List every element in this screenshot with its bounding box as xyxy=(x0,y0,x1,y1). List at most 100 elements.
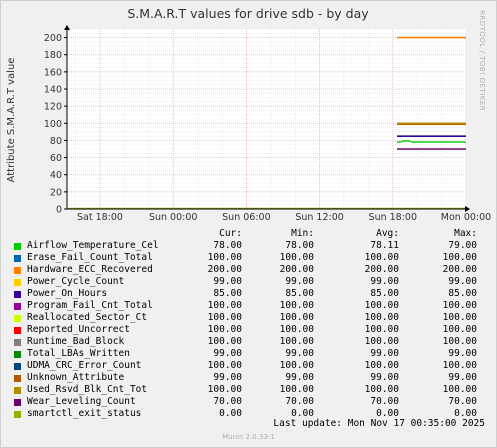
y-tick-label: 140 xyxy=(44,85,62,96)
y-tick-label: 200 xyxy=(44,33,62,44)
x-ticks: Sat 18:00 Sun 00:00 Sun 06:00 Sun 12:00 Sun … xyxy=(77,212,491,223)
legend-swatch xyxy=(14,255,21,262)
legend-swatch xyxy=(14,267,21,274)
legend-min-value: 100.00 xyxy=(279,336,314,347)
y-tick-label: 100 xyxy=(44,119,62,130)
legend-row: Reallocated_Sector_Ct 100.00 100.00 100.00 1… xyxy=(12,312,487,324)
legend-swatch xyxy=(14,279,21,286)
legend-series-name: Power_On_Hours xyxy=(27,288,108,299)
legend-max-value: 79.00 xyxy=(448,240,477,251)
legend-header-row: Cur: Min: Avg: Max: xyxy=(12,228,487,240)
legend-avg-value: 100.00 xyxy=(364,252,399,263)
legend-swatch xyxy=(14,291,21,298)
x-tick-label: Sun 00:00 xyxy=(149,212,197,223)
legend-swatch xyxy=(14,375,21,382)
legend-cur-value: 100.00 xyxy=(207,312,242,323)
legend-series-name: smartctl_exit_status xyxy=(27,408,142,419)
legend-max-value: 70.00 xyxy=(448,396,477,407)
legend-row: Unknown_Attribute 99.00 99.00 99.00 99.00 xyxy=(12,372,487,384)
legend-min-value: 85.00 xyxy=(285,288,314,299)
legend-min-value: 200.00 xyxy=(279,264,314,275)
legend-cur-value: 99.00 xyxy=(213,348,242,359)
legend-row: Hardware_ECC_Recovered 200.00 200.00 200.00… xyxy=(12,264,487,276)
legend-min-value: 99.00 xyxy=(285,348,314,359)
legend-cur-value: 70.00 xyxy=(213,396,242,407)
legend-avg-value: 100.00 xyxy=(364,384,399,395)
last-update: Last update: Mon Nov 17 00:35:00 2025 xyxy=(273,418,485,429)
legend-swatch xyxy=(14,363,21,370)
legend-max-value: 100.00 xyxy=(442,312,477,323)
legend-series-name: Total_LBAs_Written xyxy=(27,348,130,359)
legend-min-value: 99.00 xyxy=(285,276,314,287)
legend-row: Power_On_Hours 85.00 85.00 85.00 85.00 xyxy=(12,288,487,300)
x-tick-label: Sun 18:00 xyxy=(369,212,417,223)
legend-cur-value: 100.00 xyxy=(207,360,242,371)
legend-min-value: 100.00 xyxy=(279,312,314,323)
y-tick-label: 40 xyxy=(50,170,62,181)
legend-series-name: Unknown_Attribute xyxy=(27,372,125,383)
legend-swatch xyxy=(14,303,21,310)
legend-max-value: 100.00 xyxy=(442,252,477,263)
legend-min-value: 100.00 xyxy=(279,384,314,395)
legend-avg-value: 200.00 xyxy=(364,264,399,275)
legend-cur-value: 100.00 xyxy=(207,300,242,311)
legend-avg-value: 100.00 xyxy=(364,336,399,347)
munin-version: Munin 2.0.33-1 xyxy=(222,433,275,441)
legend-row: Erase_Fail_Count_Total 100.00 100.00 100.00… xyxy=(12,252,487,264)
legend-max-value: 100.00 xyxy=(442,384,477,395)
x-tick-label: Sun 12:00 xyxy=(295,212,343,223)
y-tick-label: 20 xyxy=(50,187,62,198)
header-max: Max: xyxy=(454,228,477,239)
legend-series-name: Wear_Leveling_Count xyxy=(27,396,136,407)
legend-swatch xyxy=(14,387,21,394)
legend-avg-value: 100.00 xyxy=(364,300,399,311)
header-avg: Avg: xyxy=(376,228,399,239)
legend-row: Airflow_Temperature_Cel 78.00 78.00 78.11 79… xyxy=(12,240,487,252)
legend-swatch xyxy=(14,327,21,334)
legend-row: Program_Fail_Cnt_Total 100.00 100.00 100.00… xyxy=(12,300,487,312)
chart-title: S.M.A.R.T values for drive sdb - by day xyxy=(127,6,369,21)
legend-series-name: Program_Fail_Cnt_Total xyxy=(27,300,153,311)
legend-series-name: Hardware_ECC_Recovered xyxy=(27,264,153,275)
legend-row: Power_Cycle_Count 99.00 99.00 99.00 99.00 xyxy=(12,276,487,288)
legend-cur-value: 0.00 xyxy=(219,408,242,419)
legend-avg-value: 99.00 xyxy=(370,348,399,359)
legend-max-value: 100.00 xyxy=(442,360,477,371)
legend-row: Runtime_Bad_Block 100.00 100.00 100.00 100.0… xyxy=(12,336,487,348)
legend-swatch xyxy=(14,339,21,346)
legend-max-value: 200.00 xyxy=(442,264,477,275)
legend-cur-value: 78.00 xyxy=(213,240,242,251)
legend-min-value: 78.00 xyxy=(285,240,314,251)
legend-cur-value: 100.00 xyxy=(207,324,242,335)
legend-min-value: 70.00 xyxy=(285,396,314,407)
legend-avg-value: 85.00 xyxy=(370,288,399,299)
legend-max-value: 100.00 xyxy=(442,324,477,335)
legend-max-value: 100.00 xyxy=(442,336,477,347)
legend-swatch xyxy=(14,243,21,250)
legend-swatch xyxy=(14,351,21,358)
y-axis-arrow xyxy=(64,25,70,30)
legend-max-value: 99.00 xyxy=(448,276,477,287)
legend-min-value: 100.00 xyxy=(279,360,314,371)
legend-row: Used_Rsvd_Blk_Cnt_Tot 100.00 100.00 100.00 1… xyxy=(12,384,487,396)
legend-series-name: Airflow_Temperature_Cel xyxy=(27,240,159,251)
y-tick-label: 60 xyxy=(50,153,62,164)
legend-avg-value: 99.00 xyxy=(370,276,399,287)
legend-row: Reported_Uncorrect 100.00 100.00 100.00 100.… xyxy=(12,324,487,336)
legend-row: Wear_Leveling_Count 70.00 70.00 70.00 70.00 xyxy=(12,396,487,408)
legend-min-value: 100.00 xyxy=(279,300,314,311)
legend-swatch xyxy=(14,411,21,418)
y-tick-label: 0 xyxy=(56,205,62,216)
legend-avg-value: 100.00 xyxy=(364,360,399,371)
y-tick-label: 120 xyxy=(44,102,62,113)
x-tick-label: Mon 00:00 xyxy=(441,212,491,223)
legend-row: Total_LBAs_Written 99.00 99.00 99.00 99.00 xyxy=(12,348,487,360)
legend-rows: Airflow_Temperature_Cel 78.00 78.00 78.11 79… xyxy=(12,240,487,420)
legend-avg-value: 78.11 xyxy=(370,240,399,251)
legend-series-name: Runtime_Bad_Block xyxy=(27,336,125,347)
legend-series-name: Power_Cycle_Count xyxy=(27,276,125,287)
y-axis-label: Attribute S.M.A.R.T value xyxy=(6,58,17,183)
legend-cur-value: 99.00 xyxy=(213,372,242,383)
x-tick-label: Sun 06:00 xyxy=(222,212,270,223)
legend-cur-value: 99.00 xyxy=(213,276,242,287)
